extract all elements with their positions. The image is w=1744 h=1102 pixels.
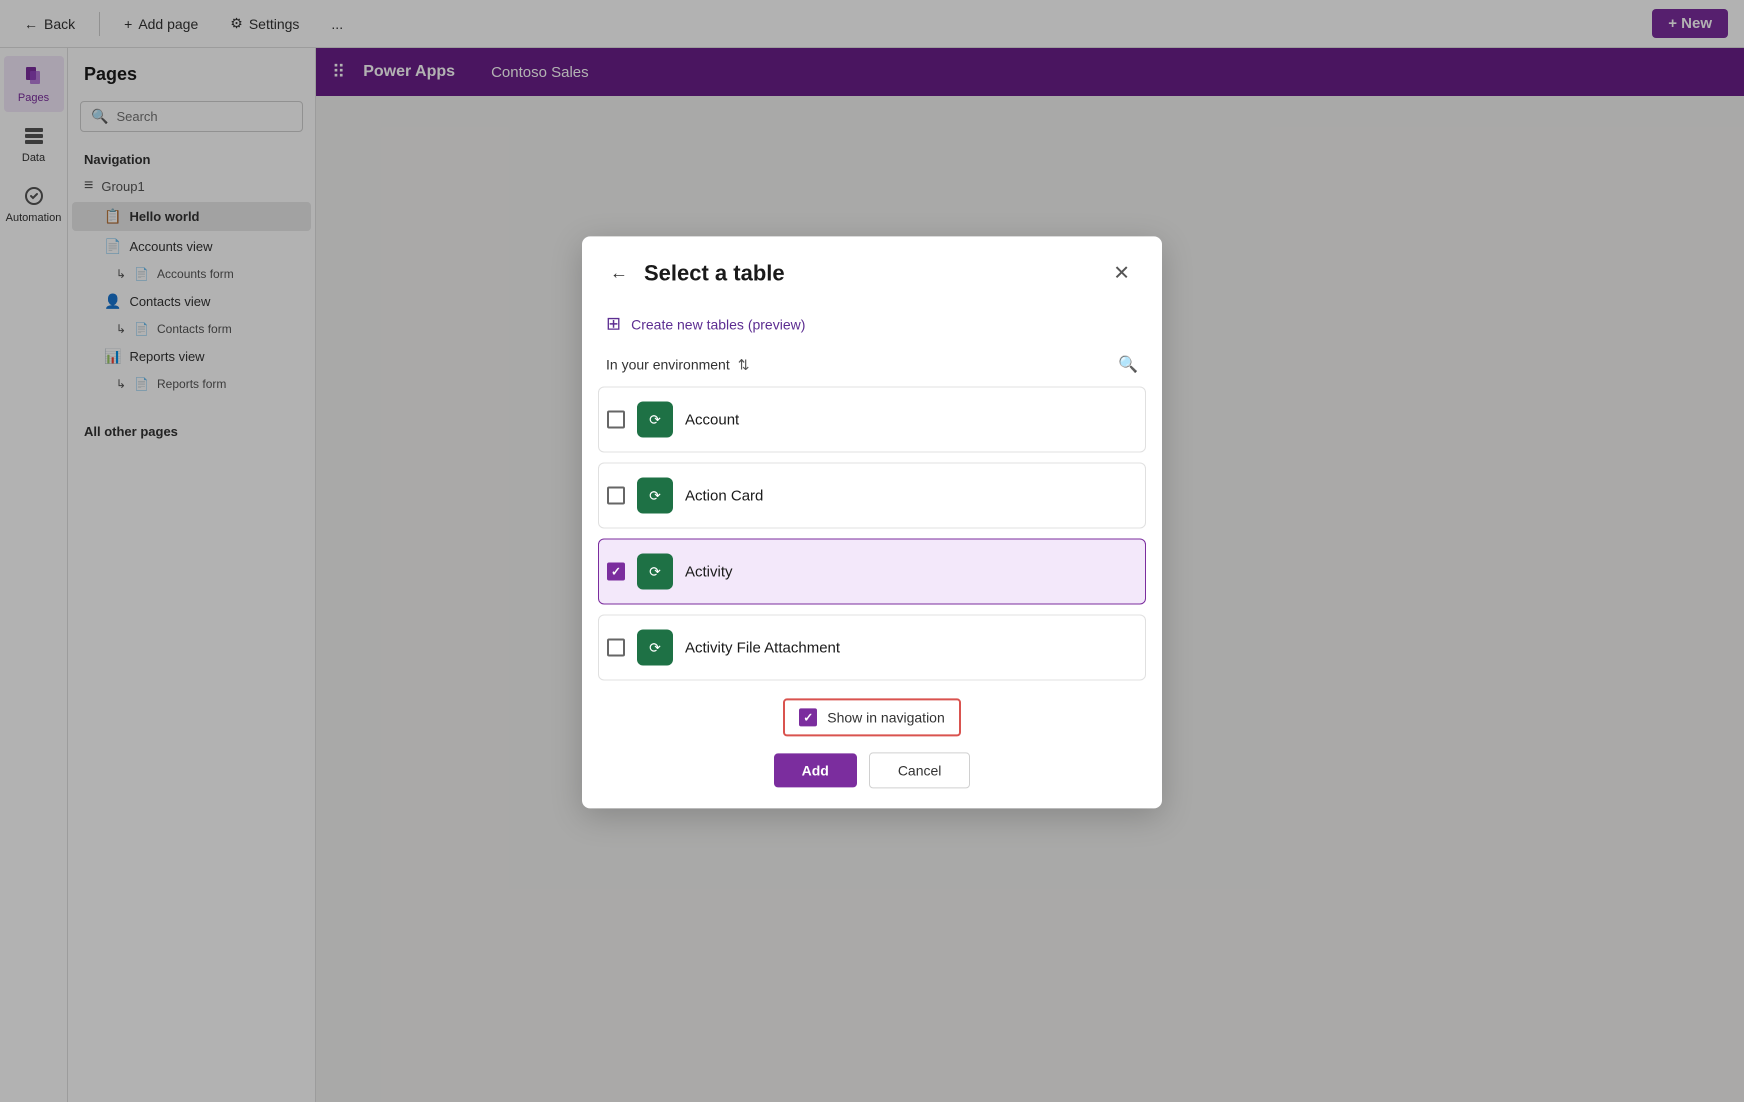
modal-footer: ✓ Show in navigation Add Cancel [582,686,1162,808]
activity-file-label: Activity File Attachment [685,639,840,656]
show-in-navigation-row[interactable]: ✓ Show in navigation [783,698,961,736]
show-nav-checkbox[interactable]: ✓ [799,708,817,726]
action-card-icon: ⟳ [637,477,673,513]
modal-actions: Add Cancel [606,752,1138,788]
modal-back-button[interactable]: ← [606,258,632,287]
list-item-activity[interactable]: ✓ ⟳ Activity [598,538,1146,604]
show-nav-label: Show in navigation [827,709,945,725]
cancel-button[interactable]: Cancel [869,752,971,788]
list-item-activity-file[interactable]: ⟳ Activity File Attachment [598,614,1146,680]
env-search-icon[interactable]: 🔍 [1118,354,1138,374]
env-row: In your environment ⇅ 🔍 [582,346,1162,386]
modal-overlay: ← Select a table ✕ ⊞ Create new tables (… [0,0,1744,1102]
checkbox-activity[interactable]: ✓ [607,562,625,580]
create-tables-icon: ⊞ [606,313,621,334]
list-item-action-card[interactable]: ⟳ Action Card [598,462,1146,528]
cancel-label: Cancel [898,762,942,778]
create-tables-label: Create new tables (preview) [631,316,805,332]
add-label: Add [802,762,829,778]
modal-title-row: ← Select a table [606,258,785,287]
activity-icon: ⟳ [637,553,673,589]
activity-label: Activity [685,563,733,580]
checkbox-activity-file[interactable] [607,638,625,656]
account-label: Account [685,411,739,428]
add-button[interactable]: Add [774,753,857,787]
select-table-modal: ← Select a table ✕ ⊞ Create new tables (… [582,236,1162,808]
modal-list: ⟳ Account ⟳ Action Card ✓ ⟳ Ac [582,386,1162,686]
action-card-label: Action Card [685,487,763,504]
modal-back-icon: ← [610,262,628,283]
create-tables-row[interactable]: ⊞ Create new tables (preview) [582,305,1162,346]
sort-icon: ⇅ [738,356,750,373]
checkbox-account[interactable] [607,410,625,428]
account-icon: ⟳ [637,401,673,437]
activity-file-icon: ⟳ [637,629,673,665]
modal-title: Select a table [644,260,785,286]
modal-close-button[interactable]: ✕ [1105,256,1138,289]
env-row-inner: In your environment ⇅ [606,356,749,373]
modal-header: ← Select a table ✕ [582,236,1162,305]
checkbox-action-card[interactable] [607,486,625,504]
list-item-account[interactable]: ⟳ Account [598,386,1146,452]
env-text: In your environment [606,356,730,372]
